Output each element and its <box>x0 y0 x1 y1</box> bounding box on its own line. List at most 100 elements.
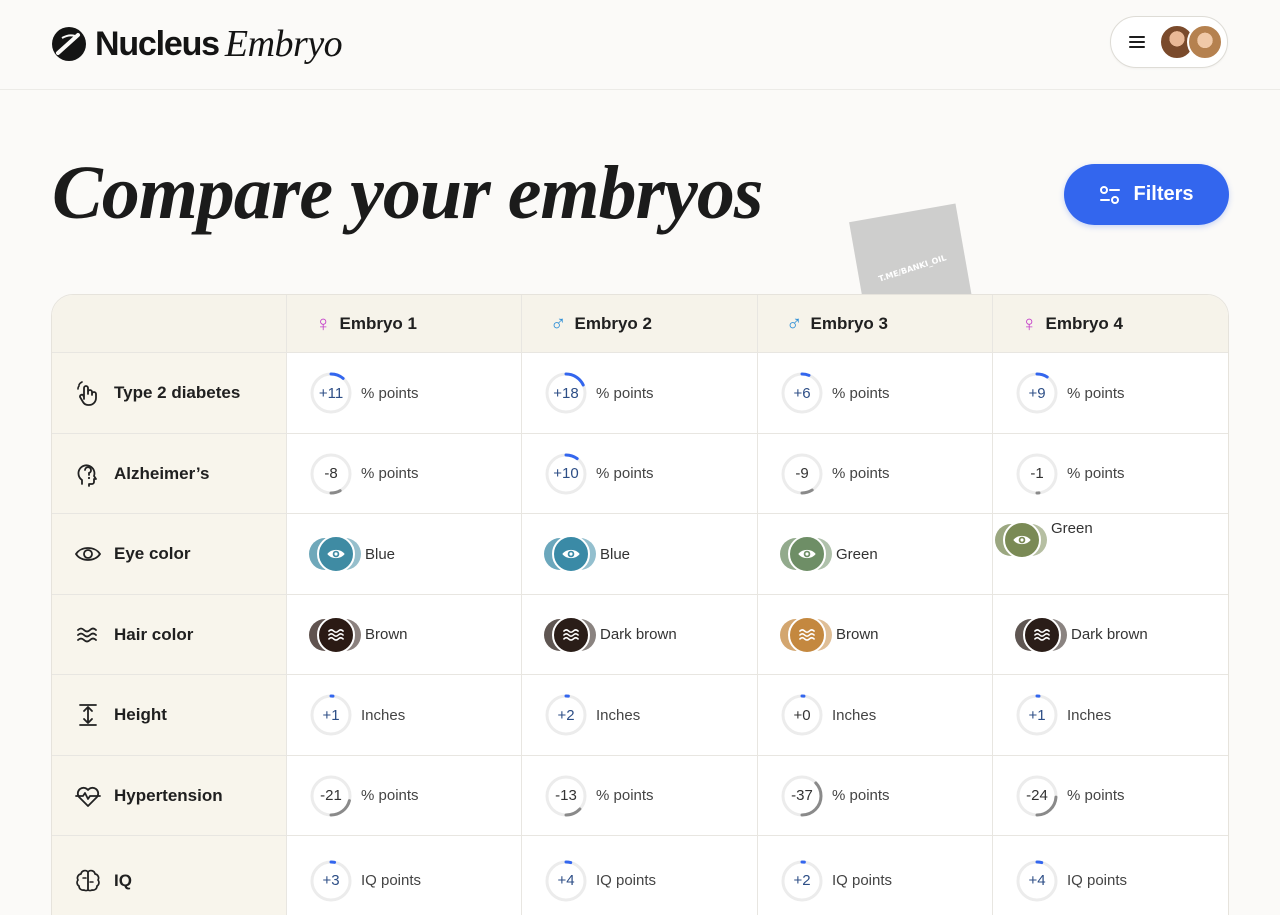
trait-cell[interactable]: -13 % points <box>522 756 758 836</box>
head-question-icon <box>74 460 102 488</box>
score-dial: +9 <box>1015 371 1059 415</box>
row-label: Type 2 diabetes <box>114 383 241 402</box>
trait-cell[interactable]: +4 IQ points <box>993 836 1228 915</box>
waves-icon <box>325 624 347 646</box>
score-value: +10 <box>553 465 579 482</box>
brand-product: Embryo <box>224 23 343 65</box>
embryo-header-1[interactable]: ♀ Embryo 1 <box>287 295 522 353</box>
score-unit: % points <box>832 465 890 482</box>
embryo-header-4[interactable]: ♀ Embryo 4 <box>993 295 1228 353</box>
eye-icon <box>74 540 102 568</box>
trait-cell[interactable]: Green <box>993 514 1228 595</box>
score-dial: +4 <box>1015 859 1059 903</box>
trait-cell[interactable]: +10 % points <box>522 434 758 514</box>
score-value: +9 <box>1028 384 1046 402</box>
hand-tap-icon <box>74 379 102 407</box>
watermark-text: T.ME/BANKI_OIL <box>876 252 947 284</box>
score-value: +4 <box>557 872 575 889</box>
top-bar: Nucleus Embryo <box>0 0 1280 90</box>
table-corner <box>52 295 287 353</box>
score-dial: -21 <box>309 774 353 818</box>
trait-cell[interactable]: +6 % points <box>758 353 993 434</box>
score-dial: +4 <box>544 859 588 903</box>
avatar <box>1187 24 1223 60</box>
trait-cell[interactable]: -8 % points <box>287 434 522 514</box>
trait-cell[interactable]: Blue <box>522 514 758 595</box>
eye-icon <box>325 543 347 565</box>
score-dial: +18 <box>544 371 588 415</box>
color-swatch <box>544 615 596 655</box>
score-dial: +10 <box>544 452 588 496</box>
trait-cell[interactable]: +11 % points <box>287 353 522 434</box>
embryo-header-2[interactable]: ♂ Embryo 2 <box>522 295 758 353</box>
score-unit: % points <box>596 384 654 402</box>
score-unit: % points <box>596 787 654 804</box>
score-value: -9 <box>795 465 809 482</box>
trait-cell[interactable]: -1 % points <box>993 434 1228 514</box>
row-label-cell: IQ <box>52 836 287 915</box>
hamburger-icon <box>1129 36 1145 48</box>
swatch-front <box>552 535 590 573</box>
avatar-group <box>1159 24 1225 60</box>
score-unit: Inches <box>832 706 877 724</box>
trait-cell[interactable]: Brown <box>287 595 522 675</box>
score-unit: IQ points <box>596 872 657 889</box>
row-label: Eye color <box>114 544 191 563</box>
score-unit: IQ points <box>1067 872 1128 889</box>
embryo-name: Embryo 1 <box>339 313 417 333</box>
trait-cell[interactable]: Blue <box>287 514 522 595</box>
comparison-table: ♀ Embryo 1 ♂ Embryo 2 ♂ Embryo 3 ♀ Embryo 4 Type… <box>51 294 1229 915</box>
score-value: +0 <box>793 706 811 724</box>
score-value: -37 <box>791 787 813 804</box>
score-value: +2 <box>557 706 575 724</box>
trait-cell[interactable]: -21 % points <box>287 756 522 836</box>
trait-cell[interactable]: +4 IQ points <box>522 836 758 915</box>
score-value: -24 <box>1026 787 1048 804</box>
score-value: -1 <box>1030 465 1044 482</box>
score-dial: +3 <box>309 859 353 903</box>
color-swatch <box>544 534 596 574</box>
trait-cell[interactable]: +3 IQ points <box>287 836 522 915</box>
row-label: IQ <box>114 870 132 890</box>
embryo-name: Embryo 4 <box>1045 313 1123 333</box>
female-icon: ♀ <box>1021 310 1038 336</box>
trait-cell[interactable]: -37 % points <box>758 756 993 836</box>
waves-icon <box>796 624 818 646</box>
trait-value: Blue <box>365 545 396 563</box>
score-unit: % points <box>361 465 419 482</box>
waves-icon <box>560 624 582 646</box>
trait-cell[interactable]: +1 Inches <box>287 675 522 756</box>
score-unit: % points <box>1067 465 1125 482</box>
trait-cell[interactable]: Green <box>758 514 993 595</box>
row-label-cell: Type 2 diabetes <box>52 353 287 434</box>
trait-cell[interactable]: -24 % points <box>993 756 1228 836</box>
logo[interactable]: Nucleus Embryo <box>51 23 343 65</box>
score-dial: +1 <box>309 693 353 737</box>
score-value: +18 <box>553 384 579 402</box>
score-unit: % points <box>361 384 419 402</box>
trait-cell[interactable]: Dark brown <box>993 595 1228 675</box>
nucleus-logo-icon <box>52 27 86 61</box>
trait-value: Blue <box>600 545 631 563</box>
score-unit: IQ points <box>361 872 422 889</box>
eye-icon <box>796 543 818 565</box>
account-menu-button[interactable] <box>1110 16 1228 68</box>
score-unit: Inches <box>1067 706 1112 724</box>
trait-cell[interactable]: +9 % points <box>993 353 1228 434</box>
trait-cell[interactable]: +2 IQ points <box>758 836 993 915</box>
trait-cell[interactable]: -9 % points <box>758 434 993 514</box>
score-value: +11 <box>318 384 344 402</box>
score-value: -13 <box>555 787 577 804</box>
score-unit: IQ points <box>832 872 893 889</box>
trait-cell[interactable]: +1 Inches <box>993 675 1228 756</box>
filters-button[interactable]: Filters <box>1064 164 1229 225</box>
trait-cell[interactable]: +2 Inches <box>522 675 758 756</box>
trait-cell[interactable]: Brown <box>758 595 993 675</box>
trait-cell[interactable]: +0 Inches <box>758 675 993 756</box>
trait-cell[interactable]: Dark brown <box>522 595 758 675</box>
score-unit: % points <box>1067 384 1125 402</box>
embryo-header-3[interactable]: ♂ Embryo 3 <box>758 295 993 353</box>
filters-label: Filters <box>1133 183 1194 205</box>
score-value: +1 <box>322 706 340 724</box>
trait-cell[interactable]: +18 % points <box>522 353 758 434</box>
